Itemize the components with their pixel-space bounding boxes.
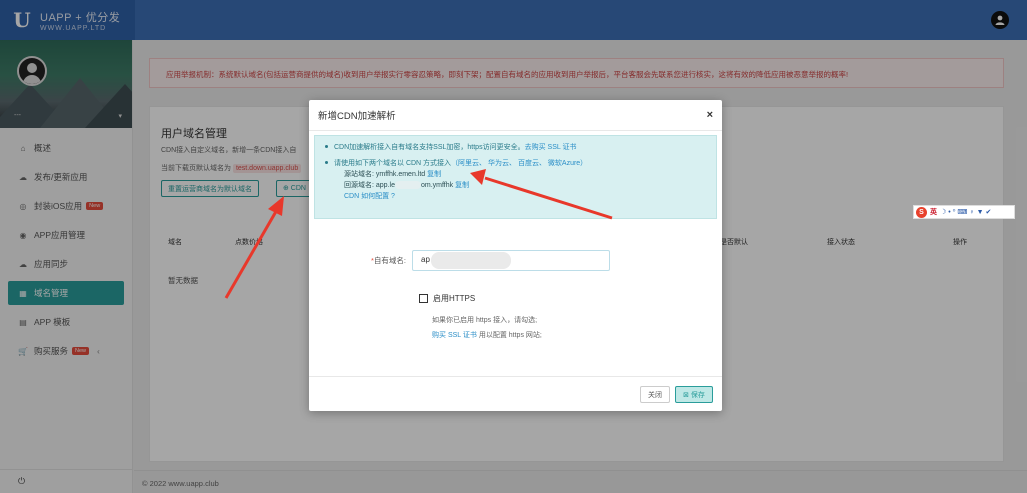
https-note-line2: 用以配置 https 网站; (476, 332, 542, 339)
buy-ssl-link[interactable]: 去购买 SSL 证书 (525, 142, 577, 152)
custom-domain-input[interactable]: ap (412, 250, 611, 271)
back-domain-suffix: om.ymffhk (420, 182, 454, 189)
enable-https-label[interactable]: 启用HTTPS (433, 293, 475, 304)
buy-ssl-cert-link[interactable]: 购买 SSL 证书 (432, 332, 477, 339)
dialog-title: 新增CDN加速解析 (309, 100, 722, 131)
sogou-icon[interactable]: S (916, 206, 927, 218)
dialog-footer: 关闭 ⊠ 保存 (309, 376, 722, 411)
cdn-providers[interactable]: （阿里云、 华为云、 百度云、 微软Azure） (451, 158, 587, 168)
close-icon[interactable]: × (707, 109, 713, 121)
ime-language[interactable]: 英 (930, 207, 937, 217)
custom-domain-label: 自有域名: (373, 256, 407, 265)
close-button[interactable]: 关闭 (640, 386, 670, 403)
https-note-line1: 如果你已启用 https 接入，请勾选; (432, 317, 538, 324)
cdn-howto-link[interactable]: CDN 如何配置 ? (344, 193, 395, 200)
ssl-info-text: CDN加速解析接入自有域名支持SSL加密，https访问更安全。 (334, 144, 525, 151)
custom-domain-row: * 自有域名: ap (371, 250, 611, 271)
enable-https-checkbox[interactable] (419, 294, 428, 303)
cdn-access-text: 请使用如下两个域名以 CDN 方式接入 (334, 160, 452, 167)
save-button[interactable]: ⊠ 保存 (675, 386, 713, 403)
redacted-area (394, 181, 421, 190)
cdn-info-box: CDN加速解析接入自有域名支持SSL加密，https访问更安全。 去购买 SSL… (314, 135, 717, 219)
custom-domain-value: ap (421, 255, 430, 264)
copy-source-domain-button[interactable]: 复制 (427, 171, 441, 178)
redacted-area (431, 252, 512, 269)
source-domain: 源站域名: ymffhk.emen.ltd (344, 171, 426, 178)
add-cdn-dialog: 新增CDN加速解析 × CDN加速解析接入自有域名支持SSL加密，https访问… (309, 100, 722, 411)
ime-tools-icon[interactable]: ☽ • ⁰ ⌨ ♀ ▼ ✔ (940, 208, 991, 216)
back-domain-prefix: 回源域名: app.le (344, 182, 395, 189)
https-note: 如果你已启用 https 接入，请勾选; 购买 SSL 证书 用以配置 http… (432, 313, 542, 343)
ime-toolbar[interactable]: S 英 ☽ • ⁰ ⌨ ♀ ▼ ✔ (913, 205, 1015, 219)
copy-back-domain-button[interactable]: 复制 (455, 182, 469, 189)
enable-https-row[interactable]: 启用HTTPS (419, 293, 475, 304)
